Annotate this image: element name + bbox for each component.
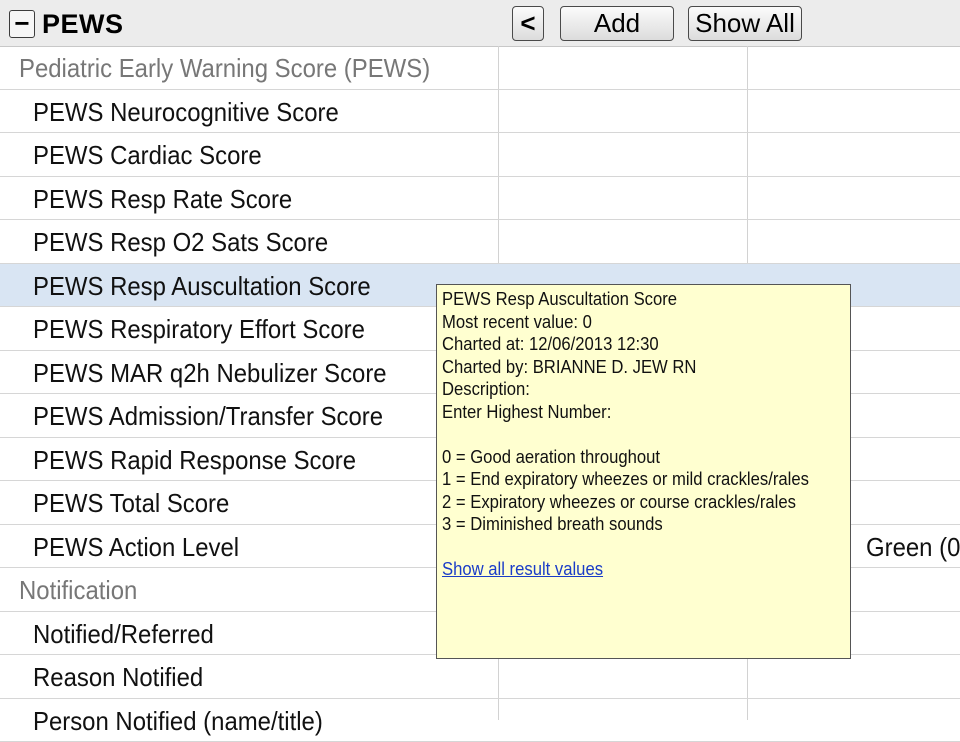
tooltip-spacer — [442, 536, 809, 559]
table-row[interactable]: Person Notified (name/title) — [0, 699, 960, 742]
table-row[interactable]: PEWS Resp Rate Score — [0, 177, 960, 221]
table-row[interactable]: PEWS Cardiac Score — [0, 133, 960, 177]
tooltip-scale-item: 3 = Diminished breath sounds — [442, 513, 809, 536]
group-label: Notification — [19, 575, 137, 606]
row-label: PEWS Resp O2 Sats Score — [33, 227, 328, 258]
table-row[interactable]: PEWS Resp O2 Sats Score — [0, 220, 960, 264]
tooltip-charted-at: Charted at: 12/06/2013 12:30 — [442, 333, 809, 356]
section-title: PEWS — [42, 9, 124, 40]
row-label: PEWS Resp Rate Score — [33, 184, 292, 215]
section-header: − PEWS < Add Show All — [0, 0, 960, 47]
table-row[interactable]: Reason Notified — [0, 655, 960, 699]
result-tooltip: PEWS Resp Auscultation Score Most recent… — [436, 284, 851, 659]
show-all-button[interactable]: Show All — [688, 6, 802, 41]
row-value: Green (0- — [866, 532, 960, 563]
row-label: PEWS Total Score — [33, 488, 229, 519]
row-label: PEWS Cardiac Score — [33, 140, 262, 171]
group-label: Pediatric Early Warning Score (PEWS) — [19, 53, 430, 84]
row-label: PEWS Action Level — [33, 532, 239, 563]
tooltip-scale-item: 0 = Good aeration throughout — [442, 446, 809, 469]
add-button[interactable]: Add — [560, 6, 674, 41]
table-row[interactable]: PEWS Neurocognitive Score — [0, 90, 960, 134]
group-header-row[interactable]: Pediatric Early Warning Score (PEWS) — [0, 46, 960, 90]
row-label: Person Notified (name/title) — [33, 706, 323, 737]
previous-button[interactable]: < — [512, 6, 544, 41]
row-label: PEWS Rapid Response Score — [33, 445, 356, 476]
tooltip-scale-item: 2 = Expiratory wheezes or course crackle… — [442, 491, 809, 514]
tooltip-charted-by: Charted by: BRIANNE D. JEW RN — [442, 356, 809, 379]
tooltip-scale-item: 1 = End expiratory wheezes or mild crack… — [442, 468, 809, 491]
tooltip-instruction: Enter Highest Number: — [442, 401, 809, 424]
row-label: PEWS Resp Auscultation Score — [33, 271, 371, 302]
tooltip-title: PEWS Resp Auscultation Score — [442, 288, 809, 311]
tooltip-spacer — [442, 423, 809, 446]
row-label: PEWS Respiratory Effort Score — [33, 314, 365, 345]
row-label: Reason Notified — [33, 662, 203, 693]
show-all-results-link[interactable]: Show all result values — [442, 558, 603, 579]
tooltip-most-recent: Most recent value: 0 — [442, 311, 809, 334]
row-label: Notified/Referred — [33, 619, 214, 650]
row-label: PEWS Admission/Transfer Score — [33, 401, 383, 432]
row-label: PEWS Neurocognitive Score — [33, 97, 339, 128]
collapse-button[interactable]: − — [9, 10, 35, 38]
tooltip-description-label: Description: — [442, 378, 809, 401]
row-label: PEWS MAR q2h Nebulizer Score — [33, 358, 387, 389]
